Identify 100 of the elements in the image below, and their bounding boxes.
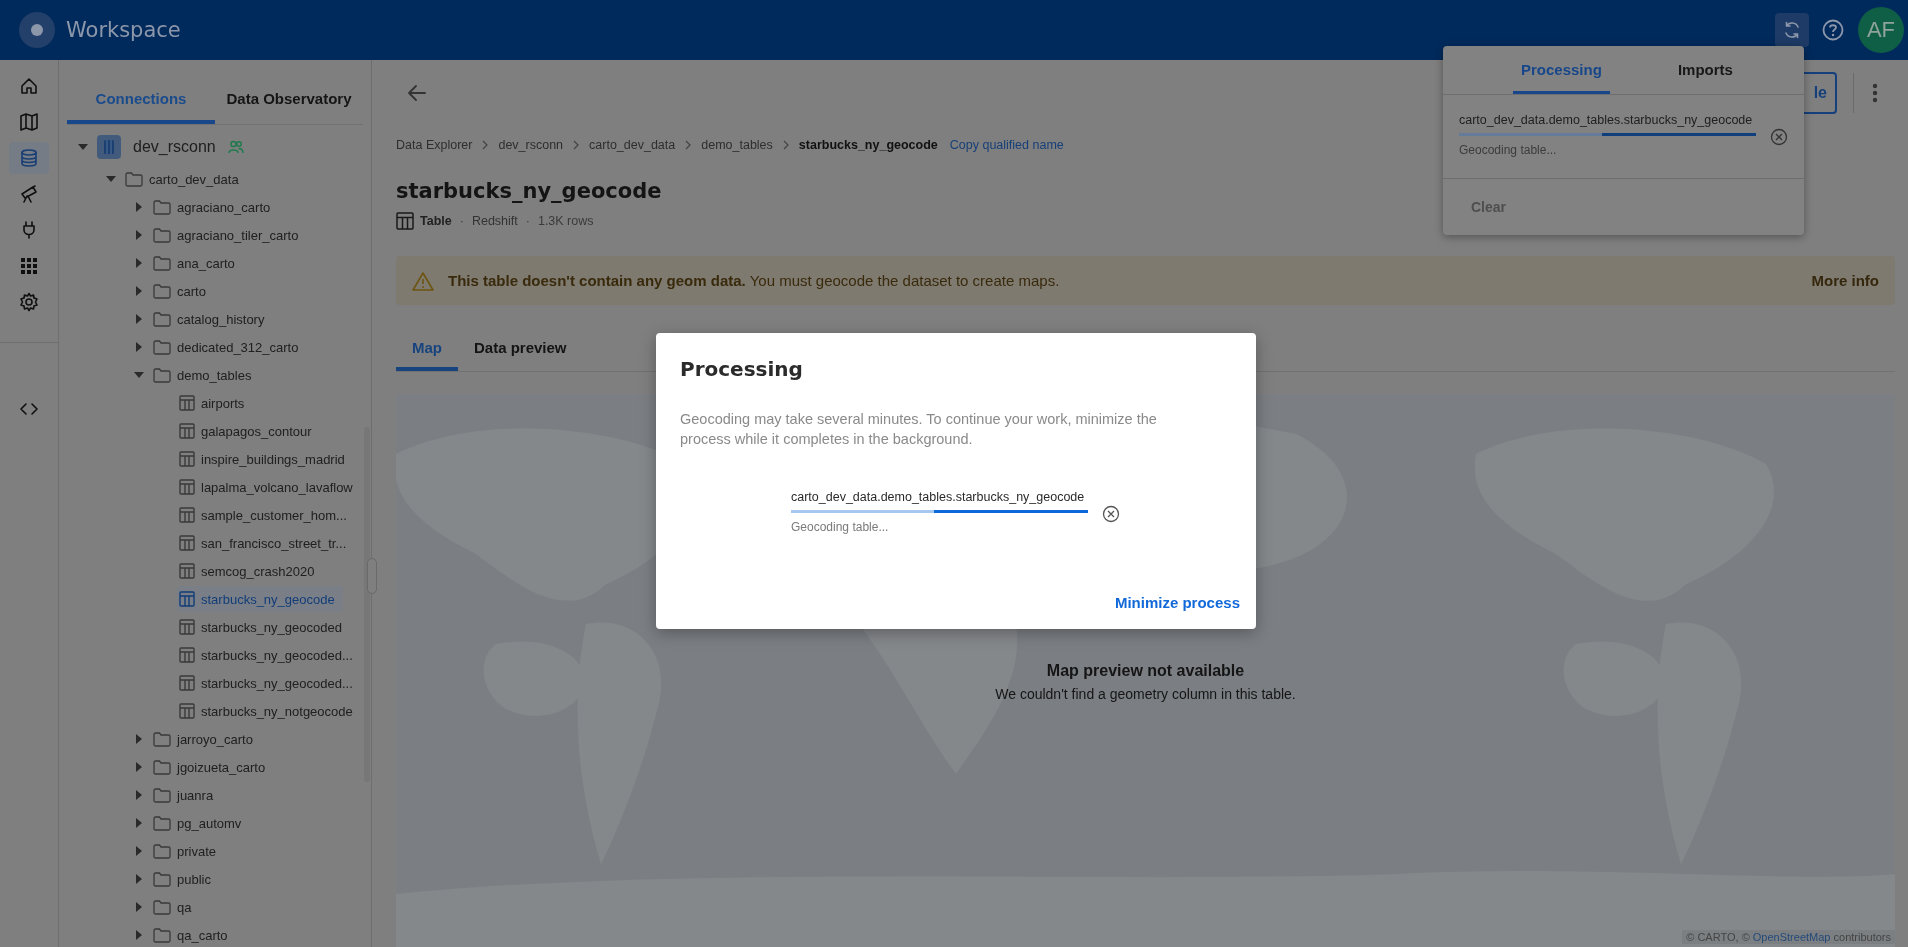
tree-item[interactable]: agraciano_tiler_carto [151, 222, 307, 248]
table-icon [179, 703, 195, 719]
folder-icon [153, 815, 171, 831]
breadcrumb-link[interactable]: carto_dev_data [589, 138, 676, 152]
sidebar-tab[interactable]: Data Observatory [215, 80, 363, 124]
page-title: starbucks_ny_geocode [396, 178, 662, 205]
tree-item[interactable]: pg_automv [151, 810, 250, 836]
cancel-icon[interactable] [1770, 127, 1788, 146]
folder-icon [153, 199, 171, 215]
tree-item[interactable]: private [151, 838, 225, 864]
breadcrumb-link[interactable]: demo_tables [701, 138, 773, 152]
folder-icon [153, 871, 171, 887]
folder-icon [153, 927, 171, 943]
warning-icon [412, 270, 434, 291]
tree-item[interactable]: lapalma_volcano_lavaflow [177, 474, 361, 500]
folder-icon [153, 843, 171, 859]
tree-item[interactable]: agraciano_carto [151, 194, 279, 220]
users-icon [227, 140, 244, 154]
popover-tab[interactable]: Imports [1669, 48, 1741, 94]
user-avatar[interactable]: AF [1858, 7, 1904, 53]
folder-icon [125, 171, 143, 187]
table-icon [179, 619, 195, 635]
more-info-button[interactable]: More info [1811, 272, 1879, 289]
content-tab[interactable]: Map [396, 327, 458, 371]
folder-icon [153, 759, 171, 775]
tree-item[interactable]: san_francisco_street_tr... [177, 530, 355, 556]
osm-link[interactable]: OpenStreetMap [1752, 931, 1831, 943]
telescope-icon [19, 184, 39, 204]
process-name: carto_dev_data.demo_tables.starbucks_ny_geocode [1459, 112, 1754, 129]
folder-icon [153, 255, 171, 271]
chevron-icon [684, 140, 693, 150]
attribution-text: © CARTO, © OpenStreetMap contributors [1682, 930, 1895, 944]
meta-text: Table [420, 214, 452, 228]
popover-tab[interactable]: Processing [1513, 48, 1610, 94]
tree-item[interactable]: qa [151, 894, 200, 920]
tree-item[interactable]: starbucks_ny_geocoded... [177, 670, 361, 696]
sync-button[interactable] [1775, 13, 1809, 47]
tree-item[interactable]: starbucks_ny_geocoded [177, 614, 350, 640]
tree-item[interactable]: starbucks_ny_geocoded... [177, 642, 361, 668]
app-title: Workspace [66, 18, 182, 42]
table-icon [179, 507, 195, 523]
separator-dot: · [459, 214, 464, 228]
content-tab[interactable]: Data preview [458, 327, 583, 371]
home-icon [19, 76, 39, 96]
breadcrumb-link[interactable]: Data Explorer [396, 138, 473, 152]
tree-item[interactable]: airports [177, 390, 253, 416]
tree-item[interactable]: juanra [151, 782, 222, 808]
process-name: carto_dev_data.demo_tables.starbucks_ny_geocode [791, 489, 1086, 506]
more-icon[interactable] [1872, 82, 1878, 104]
empty-state-title: Map preview not available [1046, 662, 1245, 680]
chevron-icon [572, 140, 581, 150]
tree-item[interactable]: starbucks_ny_notgeocode [177, 698, 361, 724]
gear-icon [19, 292, 39, 312]
database-icon [19, 148, 39, 168]
tree-item[interactable]: dev_rsconn [95, 134, 224, 160]
breadcrumb-current: starbucks_ny_geocode [798, 138, 938, 152]
breadcrumb-link[interactable]: dev_rsconn [498, 138, 564, 152]
meta-text: Redshift [471, 214, 518, 228]
tree-item[interactable]: starbucks_ny_geocode [177, 586, 343, 612]
tree-item[interactable]: catalog_history [151, 306, 273, 332]
sidebar-tab[interactable]: Connections [67, 80, 215, 124]
table-icon [179, 479, 195, 495]
logo-icon [19, 12, 55, 48]
table-icon [179, 451, 195, 467]
tree-item[interactable]: carto [151, 278, 214, 304]
table-icon [179, 423, 195, 439]
tree-item[interactable]: galapagos_contour [177, 418, 320, 444]
tree-item[interactable]: jgoizueta_carto [151, 754, 274, 780]
table-icon [179, 647, 195, 663]
folder-icon [153, 367, 171, 383]
table-icon [179, 395, 195, 411]
tree-item[interactable]: inspire_buildings_madrid [177, 446, 353, 472]
tree-item[interactable]: sample_customer_hom... [177, 502, 355, 528]
empty-state-text: We couldn't find a geometry column in this table. [995, 686, 1296, 702]
tree-item[interactable]: ana_carto [151, 250, 243, 276]
minimize-link[interactable]: Minimize process [1114, 594, 1240, 611]
dialog-title: Processing [680, 356, 804, 383]
cancel-icon[interactable] [1102, 504, 1120, 523]
table-icon [179, 591, 195, 607]
process-status: Geocoding table... [791, 519, 890, 535]
tree-item[interactable]: public [151, 866, 219, 892]
meta-text: 1.3K rows [537, 214, 594, 228]
nav-button[interactable] [9, 142, 49, 174]
tree-item[interactable]: demo_tables [151, 362, 260, 388]
folder-icon [153, 899, 171, 915]
grid-icon [19, 256, 39, 276]
tree-item[interactable]: qa_carto [151, 922, 236, 947]
table-icon [179, 675, 195, 691]
folder-icon [153, 227, 171, 243]
map-icon [19, 112, 39, 132]
help-icon[interactable] [1822, 19, 1844, 41]
tree-item[interactable]: carto_dev_data [123, 166, 247, 192]
copy-name-link[interactable]: Copy qualified name [949, 138, 1064, 152]
folder-icon [153, 787, 171, 803]
connection-icon [97, 135, 121, 159]
tree-item[interactable]: semcog_crash2020 [177, 558, 323, 584]
separator-dot: · [525, 214, 530, 228]
chevron-icon [781, 140, 790, 150]
tree-item[interactable]: jarroyo_carto [151, 726, 261, 752]
tree-item[interactable]: dedicated_312_carto [151, 334, 307, 360]
